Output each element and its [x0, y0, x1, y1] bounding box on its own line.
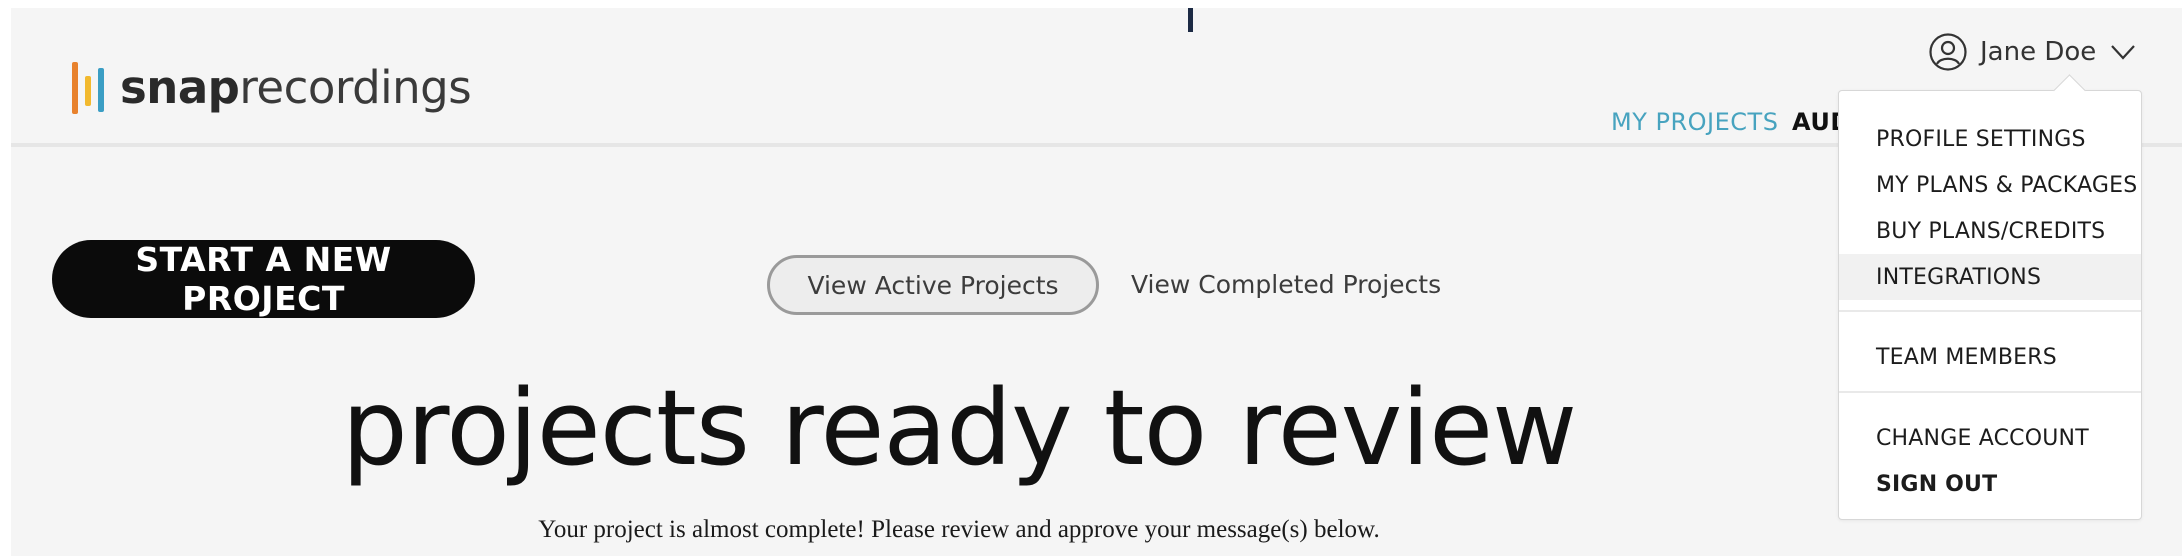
menu-item-buy-plans-credits[interactable]: BUY PLANS/CREDITS [1839, 208, 2141, 254]
user-name: Jane Doe [1980, 37, 2097, 67]
menu-item-sign-out[interactable]: SIGN OUT [1839, 461, 2141, 507]
top-edge-mark [1188, 8, 1193, 32]
menu-item-team-members[interactable]: TEAM MEMBERS [1839, 334, 2141, 380]
menu-item-my-plans-packages[interactable]: MY PLANS & PACKAGES [1839, 162, 2141, 208]
page-subtitle: Your project is almost complete! Please … [538, 516, 1380, 543]
menu-separator [1839, 391, 2141, 393]
menu-separator [1839, 310, 2141, 312]
tab-view-active-projects[interactable]: View Active Projects [767, 255, 1099, 315]
user-menu-toggle[interactable]: Jane Doe [1928, 30, 2136, 74]
logo[interactable]: snaprecordings [72, 52, 472, 122]
user-circle-icon [1929, 33, 1967, 71]
menu-item-change-account[interactable]: CHANGE ACCOUNT [1839, 415, 2141, 461]
user-dropdown-menu: PROFILE SETTINGS MY PLANS & PACKAGES BUY… [1838, 90, 2142, 520]
app-page: snaprecordings Jane Doe MY PROJECTS AUDI… [11, 8, 2182, 556]
chevron-down-icon [2111, 45, 2136, 60]
logo-bars-icon [72, 58, 112, 116]
logo-word-bold: snap [120, 60, 240, 114]
menu-item-integrations[interactable]: INTEGRATIONS [1839, 254, 2141, 300]
nav-my-projects[interactable]: MY PROJECTS [1611, 108, 1778, 136]
logo-wordmark: snaprecordings [120, 65, 472, 110]
menu-item-profile-settings[interactable]: PROFILE SETTINGS [1839, 116, 2141, 162]
tab-view-completed-projects[interactable]: View Completed Projects [1131, 270, 1441, 299]
start-new-project-button[interactable]: START A NEW PROJECT [52, 240, 475, 318]
logo-word-light: recordings [239, 60, 472, 114]
